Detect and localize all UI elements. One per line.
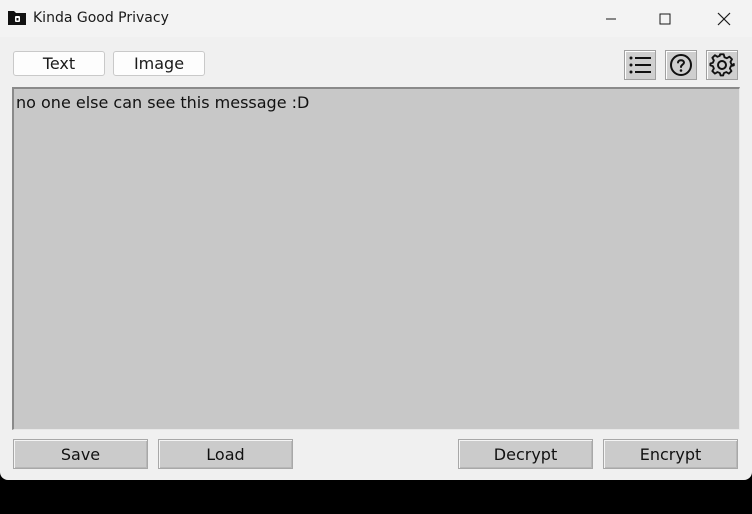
message-text: no one else can see this message :D bbox=[16, 93, 310, 112]
image-tab-button[interactable]: Image bbox=[113, 51, 205, 76]
save-button[interactable]: Save bbox=[13, 439, 148, 469]
folder-lock-icon bbox=[7, 9, 27, 26]
window-title: Kinda Good Privacy bbox=[33, 10, 169, 26]
app-window: Kinda Good Privacy Text Image no one els… bbox=[0, 0, 752, 480]
list-icon bbox=[629, 56, 651, 74]
settings-button[interactable] bbox=[706, 50, 738, 80]
maximize-button[interactable] bbox=[642, 0, 688, 37]
help-button[interactable] bbox=[665, 50, 697, 80]
help-icon bbox=[670, 54, 692, 76]
title-bar: Kinda Good Privacy bbox=[0, 0, 752, 37]
minimize-button[interactable] bbox=[588, 0, 634, 37]
gear-icon bbox=[709, 53, 735, 77]
image-tab-label: Image bbox=[133, 54, 185, 73]
text-tab-button[interactable]: Text bbox=[13, 51, 105, 76]
encrypt-button[interactable]: Encrypt bbox=[603, 439, 738, 469]
message-textarea[interactable]: no one else can see this message :D bbox=[12, 87, 740, 430]
encrypt-label: Encrypt bbox=[639, 444, 702, 464]
close-icon bbox=[717, 12, 731, 25]
text-tab-label: Text bbox=[42, 54, 76, 73]
list-button[interactable] bbox=[624, 50, 656, 80]
decrypt-button[interactable]: Decrypt bbox=[458, 439, 593, 469]
save-label: Save bbox=[60, 444, 101, 464]
maximize-icon bbox=[659, 13, 671, 24]
decrypt-label: Decrypt bbox=[493, 444, 558, 464]
load-label: Load bbox=[206, 444, 245, 464]
load-button[interactable]: Load bbox=[158, 439, 293, 469]
close-button[interactable] bbox=[701, 0, 747, 37]
minimize-icon bbox=[606, 18, 616, 19]
